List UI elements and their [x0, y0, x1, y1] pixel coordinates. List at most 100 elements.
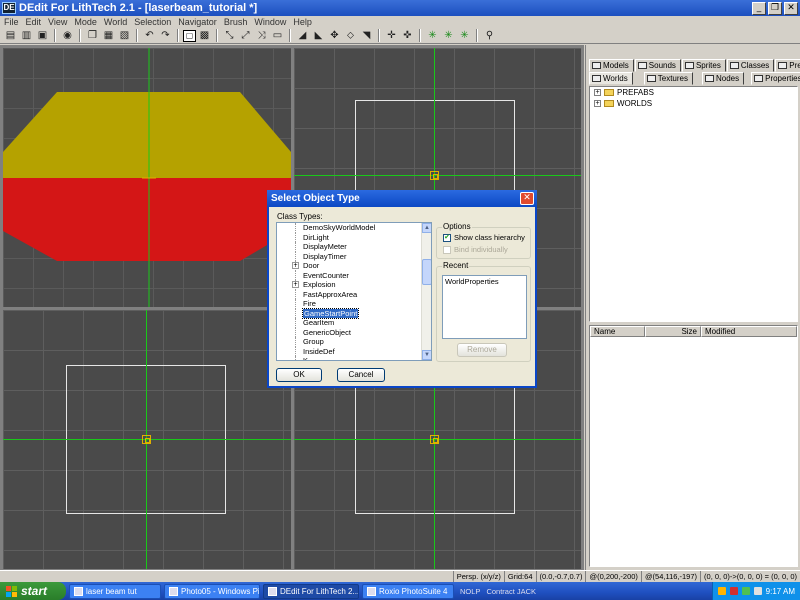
- object-mode-icon[interactable]: ⤨: [254, 29, 269, 43]
- tray-volume-icon[interactable]: [753, 587, 762, 595]
- cancel-button[interactable]: Cancel: [337, 368, 385, 382]
- file-list[interactable]: Name Size Modified: [589, 325, 798, 567]
- print-icon[interactable]: ◉: [60, 29, 75, 43]
- save-icon[interactable]: ▣: [35, 29, 50, 43]
- show-class-hierarchy-checkbox[interactable]: ✔ Show class hierarchy: [443, 233, 525, 242]
- class-type-item[interactable]: GenericObject: [277, 327, 431, 337]
- tab-classes[interactable]: Classes: [726, 59, 775, 72]
- select-icon[interactable]: ⬦: [343, 29, 358, 43]
- expand-icon[interactable]: +: [594, 89, 601, 96]
- worlds-tree[interactable]: + PREFABS + WORLDS: [589, 86, 798, 322]
- bind-individually-checkbox[interactable]: Bind individually: [443, 245, 508, 254]
- tool-icon[interactable]: ⚲: [482, 29, 497, 43]
- close-button[interactable]: ✕: [784, 1, 798, 15]
- dialog-close-button[interactable]: ✕: [520, 192, 534, 205]
- class-type-item[interactable]: EventCounter: [277, 270, 431, 280]
- class-type-item[interactable]: DisplayTimer: [277, 251, 431, 261]
- class-type-item[interactable]: InsideDef: [277, 346, 431, 356]
- copy-icon[interactable]: ❐: [85, 29, 100, 43]
- menu-selection[interactable]: Selection: [134, 17, 171, 27]
- crosshair-icon[interactable]: ✜: [400, 29, 415, 43]
- expand-icon[interactable]: +: [594, 100, 601, 107]
- expand-icon[interactable]: +: [292, 281, 299, 288]
- menu-window[interactable]: Window: [254, 17, 286, 27]
- scroll-down-icon[interactable]: ▼: [422, 350, 431, 360]
- front-viewport[interactable]: [3, 310, 291, 569]
- menu-edit[interactable]: Edit: [26, 17, 42, 27]
- scroll-thumb[interactable]: [422, 259, 431, 285]
- paste-icon[interactable]: ▧: [117, 29, 132, 43]
- scroll-up-icon[interactable]: ▲: [422, 223, 431, 233]
- grid-size-icon[interactable]: ▢: [183, 29, 196, 42]
- tray-app-icon[interactable]: [717, 587, 726, 595]
- tab-textures[interactable]: Textures: [643, 72, 693, 85]
- taskbar-button-laser-beam-tut[interactable]: laser beam tut: [69, 583, 161, 599]
- class-list-scrollbar[interactable]: ▲ ▼: [421, 223, 431, 360]
- expand-icon[interactable]: +: [292, 262, 299, 269]
- recent-list[interactable]: WorldProperties: [442, 275, 527, 339]
- tray-security-icon[interactable]: [729, 587, 738, 595]
- tab-worlds[interactable]: Worlds: [589, 72, 633, 85]
- menu-world[interactable]: World: [104, 17, 127, 27]
- new-icon[interactable]: ▤: [3, 29, 18, 43]
- class-type-item[interactable]: GearItem: [277, 318, 431, 328]
- open-icon[interactable]: ▥: [19, 29, 34, 43]
- redo-icon[interactable]: ↷: [158, 29, 173, 43]
- class-type-item[interactable]: DisplayMeter: [277, 242, 431, 252]
- class-type-item[interactable]: K...: [277, 356, 431, 360]
- class-type-item[interactable]: + Door: [277, 261, 431, 271]
- tab-sounds[interactable]: Sounds: [634, 59, 681, 72]
- taskbar-button-photo05[interactable]: Photo05 - Windows Pi...: [164, 583, 260, 599]
- tab-properties[interactable]: Properties: [751, 72, 800, 85]
- class-types-list[interactable]: DemoSkyWorldModel DirLight DisplayMeter Dis…: [276, 222, 432, 361]
- clock[interactable]: 9:17 AM: [766, 587, 795, 596]
- column-header-modified[interactable]: Modified: [701, 326, 797, 337]
- object-handle[interactable]: [430, 171, 439, 180]
- tab-nodes[interactable]: Nodes: [701, 72, 745, 85]
- restore-button[interactable]: ❐: [768, 1, 782, 15]
- object-handle[interactable]: [430, 435, 439, 444]
- menu-navigator[interactable]: Navigator: [178, 17, 217, 27]
- class-type-item[interactable]: DirLight: [277, 232, 431, 242]
- cut-icon[interactable]: ▦: [101, 29, 116, 43]
- menu-file[interactable]: File: [4, 17, 19, 27]
- move-icon[interactable]: ✥: [327, 29, 342, 43]
- ok-button[interactable]: OK: [276, 368, 322, 382]
- add-prefab-icon[interactable]: ✳: [457, 29, 472, 43]
- tab-models[interactable]: Models: [589, 59, 634, 72]
- recent-item[interactable]: WorldProperties: [445, 277, 524, 286]
- perspective-viewport[interactable]: [3, 48, 291, 307]
- tree-item-worlds[interactable]: + WORLDS: [590, 98, 797, 109]
- class-type-item[interactable]: Fire: [277, 299, 431, 309]
- column-header-size[interactable]: Size: [645, 326, 701, 337]
- toolbar-label-contract-jack[interactable]: Contract JACK: [486, 587, 536, 596]
- tab-prefabs[interactable]: Prefabs: [775, 59, 800, 72]
- class-type-item[interactable]: GameStartPoint: [277, 307, 431, 319]
- face-icon[interactable]: ◣: [311, 29, 326, 43]
- dedit-app-icon[interactable]: DE: [2, 2, 16, 14]
- add-light-icon[interactable]: ✳: [441, 29, 456, 43]
- minimize-button[interactable]: _: [752, 1, 766, 15]
- column-header-name[interactable]: Name: [590, 326, 645, 337]
- object-handle[interactable]: [142, 435, 151, 444]
- taskbar-button-dedit[interactable]: DEdit For LithTech 2....: [263, 583, 359, 599]
- undo-icon[interactable]: ↶: [142, 29, 157, 43]
- menu-help[interactable]: Help: [293, 17, 312, 27]
- remove-button[interactable]: Remove: [457, 343, 507, 357]
- tab-sprites[interactable]: Sprites: [681, 59, 726, 72]
- menu-brush[interactable]: Brush: [224, 17, 248, 27]
- class-type-item[interactable]: + Explosion: [277, 280, 431, 290]
- grid-icon[interactable]: ▩: [197, 29, 212, 43]
- menu-mode[interactable]: Mode: [74, 17, 97, 27]
- start-button[interactable]: start: [0, 582, 66, 600]
- tree-item-prefabs[interactable]: + PREFABS: [590, 87, 797, 98]
- taskbar-button-roxio[interactable]: Roxio PhotoSuite 4: [362, 583, 454, 599]
- snap-icon[interactable]: ◥: [359, 29, 374, 43]
- class-type-item[interactable]: FastApproxArea: [277, 289, 431, 299]
- tray-network-icon[interactable]: [741, 587, 750, 595]
- brush-mode-icon[interactable]: ⤢: [238, 29, 253, 43]
- vertex-icon[interactable]: ◢: [295, 29, 310, 43]
- patch-mode-icon[interactable]: ▭: [270, 29, 285, 43]
- class-type-item[interactable]: Group: [277, 337, 431, 347]
- toolbar-label-nolp[interactable]: NOLP: [460, 587, 480, 596]
